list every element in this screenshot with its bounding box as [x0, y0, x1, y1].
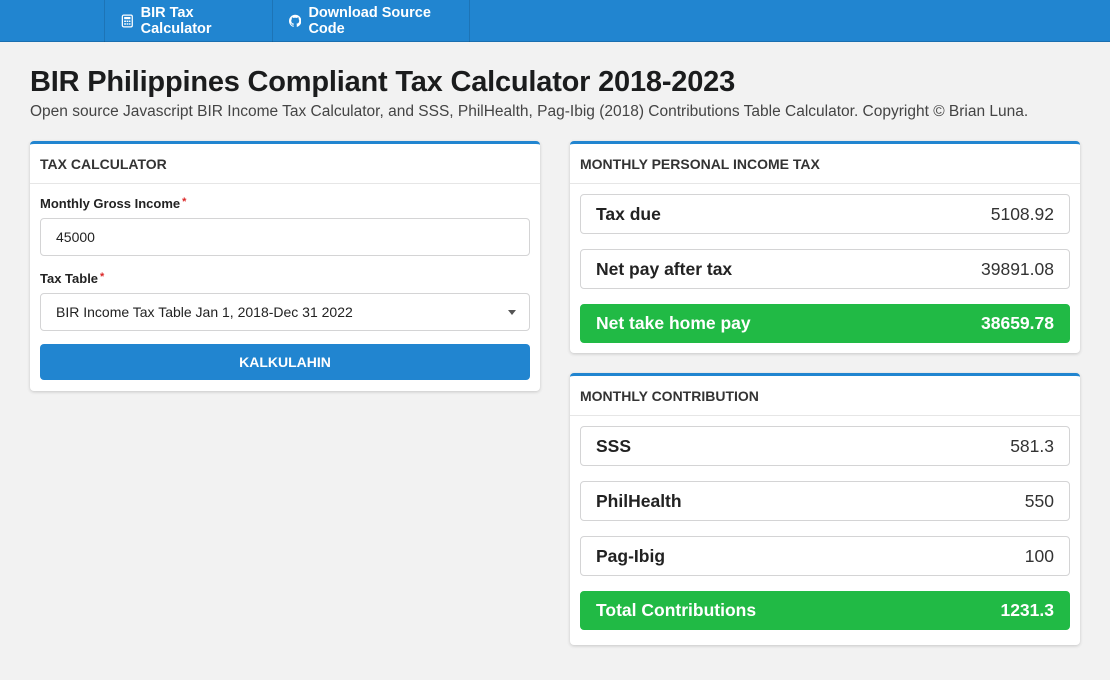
total-contributions-row: Total Contributions 1231.3 [580, 591, 1070, 630]
top-navbar: BIR Tax Calculator Download Source Code [0, 0, 1110, 42]
calculate-button[interactable]: KALKULAHIN [40, 344, 530, 380]
card-heading: TAX CALCULATOR [30, 144, 540, 184]
net-pay-after-tax-row: Net pay after tax 39891.08 [580, 249, 1070, 289]
tax-calculator-card: TAX CALCULATOR Monthly Gross Income * 450… [30, 141, 540, 391]
row-label: SSS [596, 435, 632, 456]
tax-table-label: Tax Table * [40, 271, 104, 286]
page-title: BIR Philippines Compliant Tax Calculator… [30, 66, 736, 98]
nav-item-bir-tax-calculator[interactable]: BIR Tax Calculator [104, 0, 272, 42]
sss-row: SSS 581.3 [580, 426, 1070, 466]
calculator-icon [121, 14, 133, 28]
nav-item-label: BIR Tax Calculator [140, 5, 212, 37]
tax-table-selected-value: BIR Income Tax Table Jan 1, 2018-Dec 31 … [56, 304, 353, 320]
card-heading: MONTHLY PERSONAL INCOME TAX [570, 144, 1080, 184]
gross-income-label: Monthly Gross Income * [40, 196, 186, 211]
net-take-home-pay-row: Net take home pay 38659.78 [580, 304, 1070, 343]
row-label: Net pay after tax [596, 258, 733, 279]
row-value: 550 [1024, 490, 1054, 511]
contribution-card: MONTHLY CONTRIBUTION SSS 581.3 PhilHealt… [570, 373, 1080, 645]
row-value: 38659.78 [981, 313, 1054, 333]
page-subtitle: Open source Javascript BIR Income Tax Ca… [30, 103, 1029, 120]
row-label: PhilHealth [596, 490, 682, 511]
income-tax-card: MONTHLY PERSONAL INCOME TAX Tax due 5108… [570, 141, 1080, 353]
row-value: 100 [1024, 545, 1054, 566]
card-heading: MONTHLY CONTRIBUTION [570, 376, 1080, 416]
row-value: 1231.3 [1000, 600, 1054, 620]
chevron-down-icon [508, 310, 516, 315]
tax-table-select[interactable]: BIR Income Tax Table Jan 1, 2018-Dec 31 … [40, 293, 530, 331]
row-label: Tax due [596, 203, 661, 224]
required-marker: * [182, 196, 187, 208]
row-label: Pag-Ibig [596, 545, 666, 566]
philhealth-row: PhilHealth 550 [580, 481, 1070, 521]
row-label: Net take home pay [596, 313, 751, 333]
row-value: 39891.08 [981, 258, 1054, 279]
gross-income-input[interactable]: 45000 [40, 218, 530, 256]
gross-income-label-text: Monthly Gross Income [40, 196, 181, 211]
pag-ibig-row: Pag-Ibig 100 [580, 536, 1070, 576]
nav-item-label: Download Source Code [308, 5, 431, 37]
tax-due-row: Tax due 5108.92 [580, 194, 1070, 234]
github-icon [289, 14, 302, 27]
row-value: 5108.92 [990, 203, 1054, 224]
row-value: 581.3 [1010, 435, 1054, 456]
required-marker: * [100, 271, 105, 283]
row-label: Total Contributions [596, 600, 757, 620]
nav-item-download-source-code[interactable]: Download Source Code [272, 0, 470, 42]
tax-table-label-text: Tax Table [40, 271, 99, 286]
